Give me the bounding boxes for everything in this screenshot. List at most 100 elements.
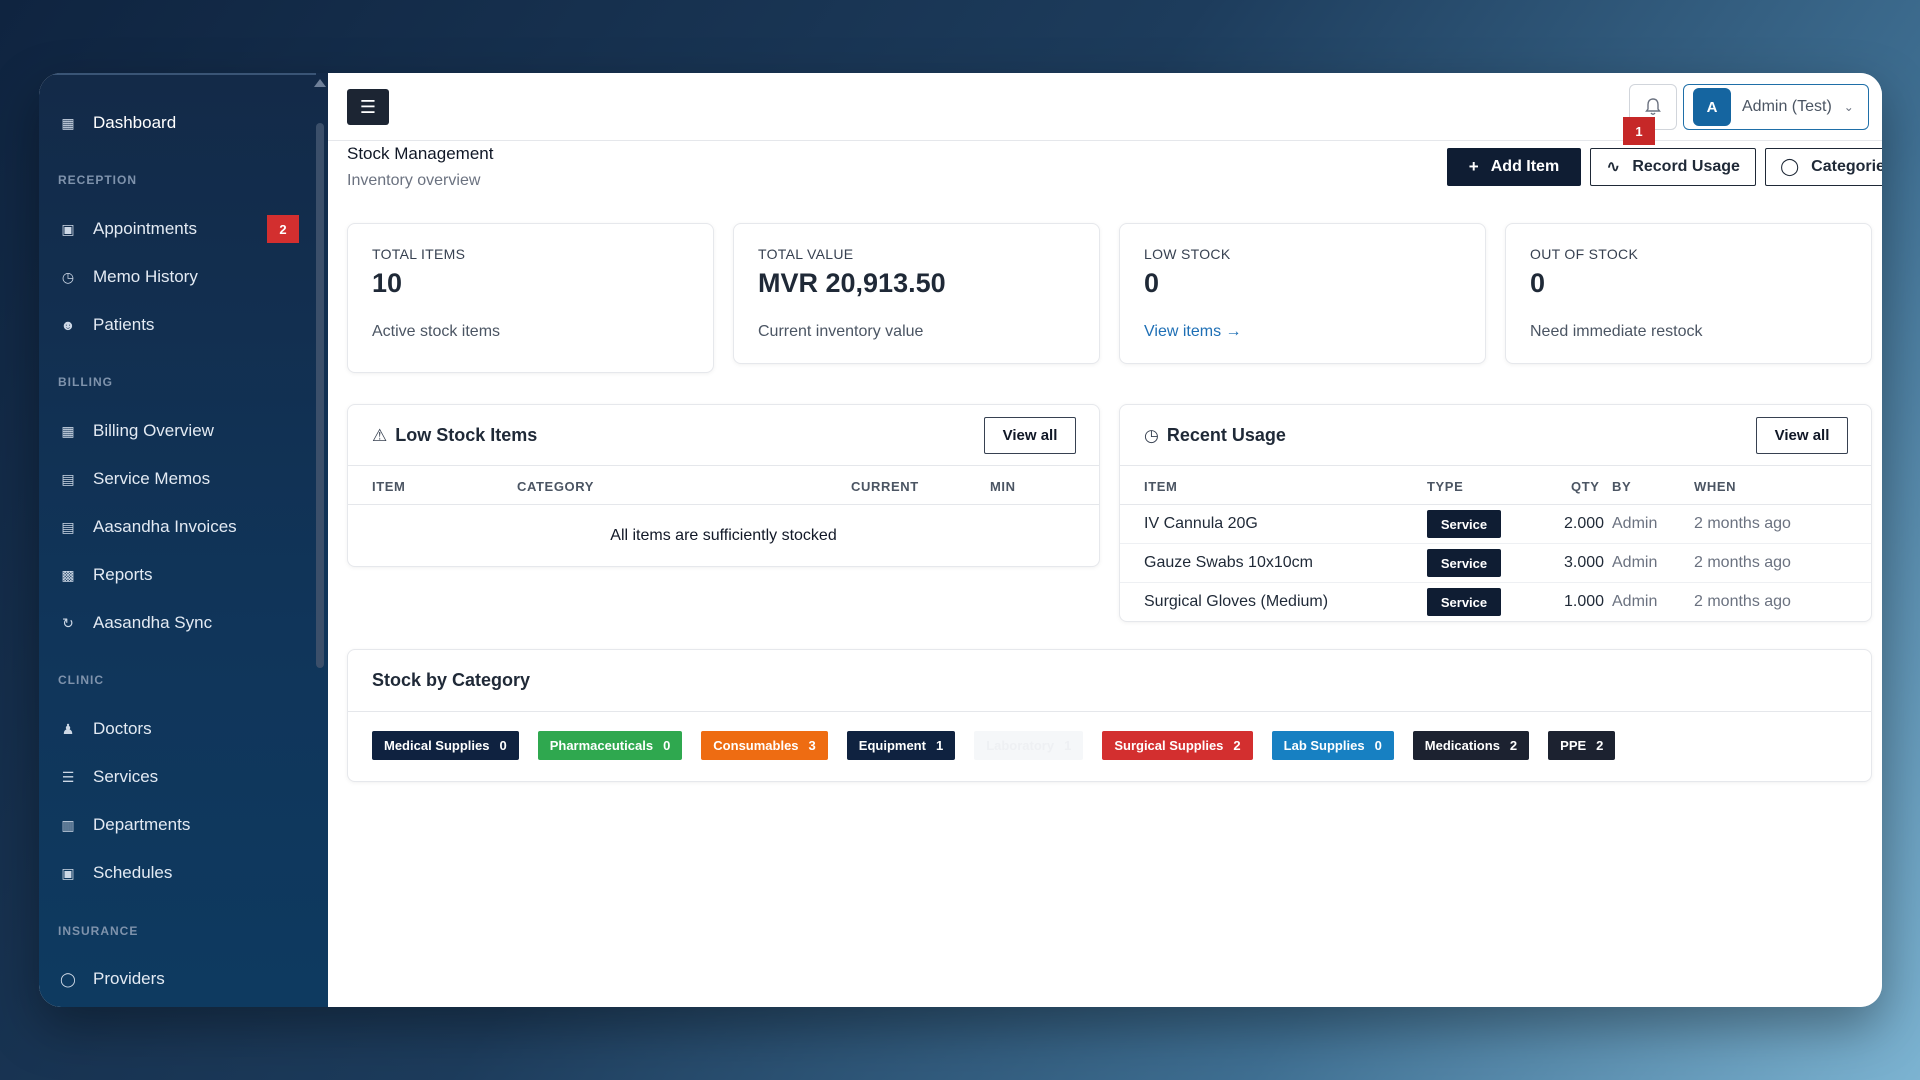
type-badge: Service [1427, 549, 1501, 577]
sidebar-item-label: Appointments [93, 219, 197, 238]
sidebar-item-reports[interactable]: ▩ Reports [39, 555, 299, 595]
category-chip[interactable]: Equipment 1 [846, 731, 956, 760]
category-chip[interactable]: Pharmaceuticals 0 [537, 731, 683, 760]
sidebar-item-departments[interactable]: ▥ Departments [39, 805, 299, 845]
appointments-badge: 2 [267, 215, 299, 243]
sidebar-item-label: Billing Overview [93, 421, 214, 440]
category-chip-list: Medical Supplies 0 Pharmaceuticals 0 Consuma… [372, 731, 1616, 760]
section-clinic: CLINIC [58, 673, 104, 687]
add-item-button[interactable]: + Add Item [1447, 148, 1581, 186]
clock-icon: ◷ [1144, 425, 1159, 445]
panel-title: ⚠ Low Stock Items [372, 425, 537, 446]
usage-qty: 2.000 [1564, 515, 1605, 532]
column-header: CATEGORY [517, 479, 595, 494]
user-menu-button[interactable]: A Admin (Test) ⌄ [1683, 84, 1869, 130]
sidebar-item-services[interactable]: ☰ Services [39, 757, 299, 797]
table-row[interactable]: IV Cannula 20G Service 2.000 Admin 2 mon… [1120, 505, 1871, 544]
category-chip[interactable]: Consumables 3 [701, 731, 828, 760]
bell-icon [1645, 98, 1661, 115]
view-items-link[interactable]: View items → [1144, 323, 1242, 341]
category-chip-name: Lab Supplies [1283, 738, 1365, 753]
usage-qty: 1.000 [1564, 593, 1605, 610]
users-icon: ☻ [60, 317, 76, 333]
column-header: ITEM [1144, 479, 1178, 494]
table-row[interactable]: Surgical Gloves (Medium) Service 1.000 A… [1120, 583, 1871, 622]
sidebar-item-label: Providers [93, 969, 165, 988]
stat-card-low-stock: LOW STOCK 0 View items → [1119, 223, 1486, 364]
sidebar-item-providers[interactable]: ◯ Providers [39, 959, 299, 999]
category-chip-count: 2 [1233, 738, 1241, 753]
sidebar-item-label: Schedules [93, 863, 173, 882]
recent-usage-view-all-button[interactable]: View all [1756, 417, 1848, 454]
category-chip-count: 3 [808, 738, 816, 753]
stock-by-category-panel: Stock by Category Medical Supplies 0 Pharm… [347, 649, 1872, 782]
sidebar-item-label: Doctors [93, 719, 152, 738]
calendar-icon: ▣ [61, 220, 75, 237]
stat-card-total-value: TOTAL VALUE MVR 20,913.50 Current invent… [733, 223, 1100, 364]
section-reception: RECEPTION [58, 173, 138, 187]
scroll-up-arrow-icon[interactable] [314, 79, 326, 87]
stat-label: TOTAL VALUE [758, 246, 854, 262]
sidebar-item-service-memos[interactable]: ▤ Service Memos [39, 459, 299, 499]
section-billing: BILLING [58, 375, 113, 389]
sidebar-item-dashboard[interactable]: ▦ Dashboard [39, 103, 299, 143]
sidebar-item-label: Service Memos [93, 469, 211, 488]
column-header: QTY [1571, 479, 1600, 494]
stat-label: TOTAL ITEMS [372, 246, 466, 262]
usage-item: IV Cannula 20G [1144, 515, 1258, 532]
categories-button[interactable]: ◯ Categories [1765, 148, 1882, 186]
record-usage-label: Record Usage [1632, 158, 1740, 175]
stat-label: OUT OF STOCK [1530, 246, 1639, 262]
category-chip[interactable]: PPE 2 [1548, 731, 1616, 760]
recent-usage-title: Recent Usage [1166, 425, 1286, 445]
category-chip[interactable]: Medical Supplies 0 [372, 731, 519, 760]
sidebar-divider [51, 73, 316, 75]
history-icon: ◷ [61, 268, 75, 285]
column-header: MIN [990, 479, 1016, 494]
sidebar-item-billing-overview[interactable]: ▦ Billing Overview [39, 411, 299, 451]
stat-value: 0 [1144, 268, 1160, 298]
category-chip-name: Medications [1424, 738, 1500, 753]
file-icon: ▤ [61, 470, 75, 487]
sidebar-scrollbar[interactable] [316, 123, 324, 668]
table-row[interactable]: Gauze Swabs 10x10cm Service 3.000 Admin … [1120, 544, 1871, 583]
panel-title: ◷ Recent Usage [1144, 425, 1286, 446]
stat-label: LOW STOCK [1144, 246, 1231, 262]
sidebar-item-patients[interactable]: ☻ Patients [39, 305, 299, 345]
category-chip-name: Pharmaceuticals [549, 738, 654, 753]
sidebar-item-aasandha-sync[interactable]: ↻ Aasandha Sync [39, 603, 299, 643]
sidebar-item-aasandha-invoices[interactable]: ▤ Aasandha Invoices [39, 507, 299, 547]
category-chip[interactable]: Lab Supplies 0 [1271, 731, 1394, 760]
stat-value: 0 [1530, 268, 1546, 298]
record-usage-button[interactable]: ∿ Record Usage [1590, 148, 1756, 186]
plus-icon: + [1468, 157, 1479, 176]
menu-toggle-button[interactable]: ☰ [347, 89, 389, 125]
usage-when: 2 months ago [1694, 515, 1791, 532]
sidebar-item-label: Services [93, 767, 159, 786]
table-header: ITEM TYPE QTY BY WHEN [1120, 465, 1871, 505]
file-icon: ▤ [61, 518, 75, 535]
category-chip-count: 0 [663, 738, 671, 753]
low-stock-title: Low Stock Items [395, 425, 538, 445]
sidebar-item-doctors[interactable]: ♟ Doctors [39, 709, 299, 749]
sidebar-item-label: Aasandha Invoices [93, 517, 237, 536]
category-chip-count: 1 [1064, 738, 1072, 753]
category-chip[interactable]: Medications 2 [1412, 731, 1530, 760]
activity-icon: ∿ [1606, 157, 1621, 176]
sidebar-item-label: Patients [93, 315, 155, 334]
sidebar-item-schedules[interactable]: ▣ Schedules [39, 853, 299, 893]
list-icon: ☰ [61, 768, 75, 785]
type-badge: Service [1427, 510, 1501, 538]
column-header: WHEN [1694, 479, 1737, 494]
column-header: CURRENT [851, 479, 919, 494]
sidebar-item-memo-history[interactable]: ◷ Memo History [39, 257, 299, 297]
category-chip[interactable]: Laboratory 1 [974, 731, 1084, 760]
category-chip[interactable]: Surgical Supplies 2 [1102, 731, 1253, 760]
category-chip-count: 1 [935, 738, 944, 753]
shield-icon: ◯ [60, 970, 76, 987]
sidebar-item-appointments[interactable]: ▣ Appointments [39, 209, 299, 249]
usage-when: 2 months ago [1694, 554, 1791, 571]
low-stock-view-all-button[interactable]: View all [984, 417, 1076, 454]
page-subtitle: Inventory overview [347, 172, 481, 189]
categories-label: Categories [1811, 158, 1882, 175]
